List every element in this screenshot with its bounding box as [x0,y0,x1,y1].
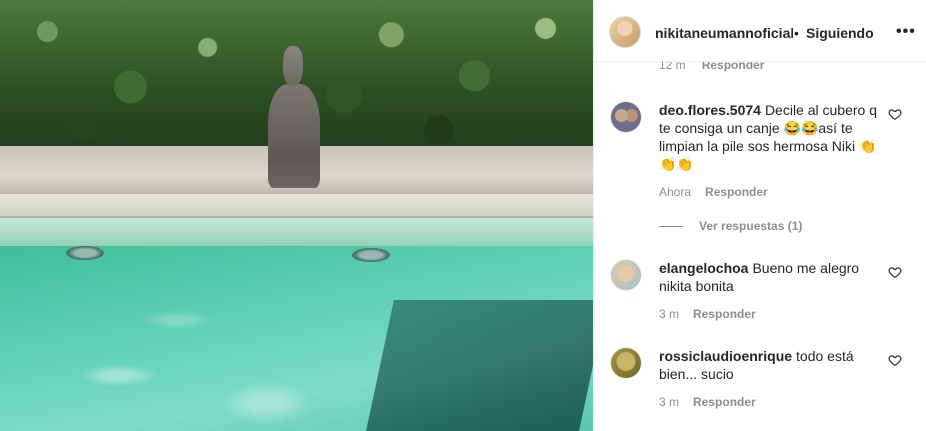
comment-text: elangelochoa Bueno me alegro nikita bonit… [659,259,884,295]
comment-time: 3 m [659,395,680,409]
commenter-username[interactable]: elangelochoa [659,260,748,276]
view-replies-label: Ver respuestas (1) [699,219,803,233]
following-button[interactable]: Siguiendo [806,25,874,41]
commenter-username[interactable]: deo.flores.5074 [659,102,761,118]
comment-meta: Ahora Responder [659,185,768,199]
comment-meta: 3 m Responder [659,395,756,409]
reply-button[interactable]: Responder [693,395,756,409]
heart-icon[interactable] [888,353,902,367]
pool-coping [0,194,593,218]
view-replies-button[interactable]: Ver respuestas (1) [659,219,802,233]
commenter-username[interactable]: rossiclaudioenrique [659,348,792,364]
post-header: nikitaneumannoficial • Siguiendo ••• [594,0,926,62]
heart-icon[interactable] [888,107,902,121]
reply-button[interactable]: Responder [693,307,756,321]
buddha-statue-head [283,46,303,86]
comments-panel: nikitaneumannoficial • Siguiendo ••• 12 … [593,0,926,431]
comment-text: rossiclaudioenrique todo está bien... suc… [659,347,884,383]
comment-meta: 3 m Responder [659,307,756,321]
author-username[interactable]: nikitaneumannoficial [655,25,793,41]
reply-button[interactable]: Responder [705,185,768,199]
post-photo[interactable] [0,0,593,431]
commenter-avatar[interactable] [610,101,642,133]
ellipsis-icon[interactable]: ••• [896,23,916,41]
author-avatar[interactable] [609,16,641,48]
comment-time: Ahora [659,185,692,199]
commenter-avatar[interactable] [610,259,642,291]
pool-skimmer [66,246,104,260]
pool-wall [0,218,593,248]
pool-shadow [366,300,593,431]
heart-icon[interactable] [888,265,902,279]
comment-time: 3 m [659,307,680,321]
separator-dot: • [794,25,799,41]
pool-skimmer [352,248,390,262]
buddha-statue-body [268,84,320,188]
replies-divider [659,226,683,228]
comment-text: deo.flores.5074 Decile al cubero q te con… [659,101,884,173]
commenter-avatar[interactable] [610,347,642,379]
